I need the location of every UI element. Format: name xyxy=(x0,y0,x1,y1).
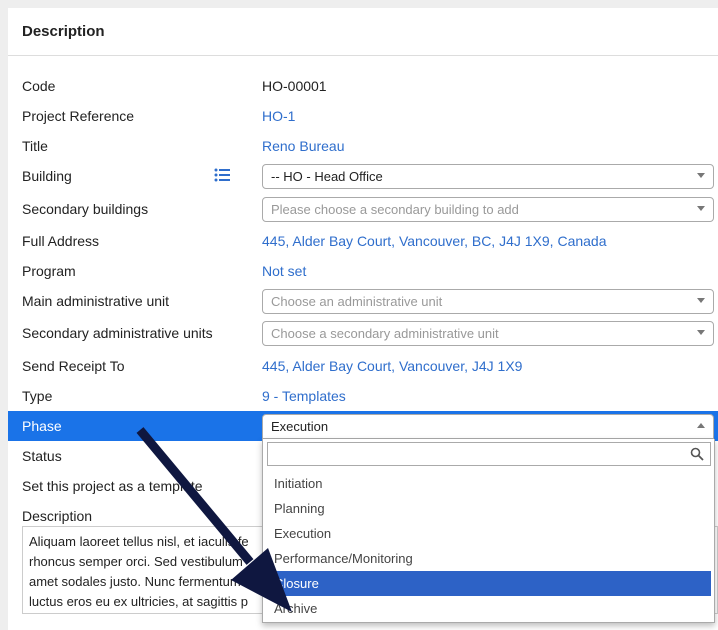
chevron-down-icon xyxy=(697,173,705,178)
send-receipt-link[interactable]: 445, Alder Bay Court, Vancouver, J4J 1X9 xyxy=(262,358,522,374)
secondary-admin-units-label: Secondary administrative units xyxy=(22,325,213,341)
code-value: HO-00001 xyxy=(262,78,327,94)
phase-label: Phase xyxy=(22,418,62,434)
phase-option-performance-monitoring[interactable]: Performance/Monitoring xyxy=(267,546,711,571)
secondary-buildings-row: Secondary buildings Please choose a seco… xyxy=(8,194,718,224)
full-address-label: Full Address xyxy=(22,233,100,249)
project-reference-row: Project Reference HO-1 xyxy=(8,101,718,131)
phase-search-input[interactable] xyxy=(267,442,711,466)
main-admin-unit-label: Main administrative unit xyxy=(22,293,170,309)
phase-dropdown: Initiation Planning Execution Performanc… xyxy=(262,439,715,623)
phase-option-initiation[interactable]: Initiation xyxy=(267,471,711,496)
phase-option-planning[interactable]: Planning xyxy=(267,496,711,521)
secondary-admin-units-select[interactable]: Choose a secondary administrative unit xyxy=(262,321,714,346)
building-label: Building xyxy=(22,168,72,184)
search-icon xyxy=(690,447,704,461)
building-select[interactable]: -- HO - Head Office xyxy=(262,164,714,189)
description-label: Description xyxy=(22,508,93,524)
code-label: Code xyxy=(22,78,56,94)
program-value[interactable]: Not set xyxy=(262,263,306,279)
main-admin-unit-select[interactable]: Choose an administrative unit xyxy=(262,289,714,314)
secondary-admin-units-placeholder: Choose a secondary administrative unit xyxy=(271,326,499,341)
secondary-buildings-label: Secondary buildings xyxy=(22,201,149,217)
template-label: Set this project as a template xyxy=(22,478,203,494)
phase-selected-value: Execution xyxy=(271,419,329,434)
secondary-buildings-select[interactable]: Please choose a secondary building to ad… xyxy=(262,197,714,222)
chevron-up-icon xyxy=(697,423,705,428)
phase-option-execution[interactable]: Execution xyxy=(267,521,711,546)
program-label: Program xyxy=(22,263,76,279)
status-label: Status xyxy=(22,448,62,464)
phase-row: Phase Execution xyxy=(8,411,718,441)
type-row: Type 9 - Templates xyxy=(8,381,718,411)
list-icon[interactable] xyxy=(214,168,230,182)
building-row: Building -- HO - Head Office xyxy=(8,161,718,191)
title-label: Title xyxy=(22,138,48,154)
main-admin-unit-placeholder: Choose an administrative unit xyxy=(271,294,443,309)
full-address-link[interactable]: 445, Alder Bay Court, Vancouver, BC, J4J… xyxy=(262,233,607,249)
chevron-down-icon xyxy=(697,330,705,335)
program-row: Program Not set xyxy=(8,256,718,286)
secondary-buildings-placeholder: Please choose a secondary building to ad… xyxy=(271,202,519,217)
send-receipt-label: Send Receipt To xyxy=(22,358,125,374)
phase-option-archive[interactable]: Archive xyxy=(267,596,711,621)
title-row: Title Reno Bureau xyxy=(8,131,718,161)
chevron-down-icon xyxy=(697,206,705,211)
send-receipt-row: Send Receipt To 445, Alder Bay Court, Va… xyxy=(8,351,718,381)
full-address-row: Full Address 445, Alder Bay Court, Vanco… xyxy=(8,226,718,256)
title-value[interactable]: Reno Bureau xyxy=(262,138,345,154)
phase-option-closure[interactable]: Closure xyxy=(267,571,711,596)
type-value[interactable]: 9 - Templates xyxy=(262,388,346,404)
code-row: Code HO-00001 xyxy=(8,71,718,101)
type-label: Type xyxy=(22,388,53,404)
project-reference-label: Project Reference xyxy=(22,108,135,124)
main-admin-unit-row: Main administrative unit Choose an admin… xyxy=(8,286,718,316)
project-reference-link[interactable]: HO-1 xyxy=(262,108,295,124)
building-selected-value: -- HO - Head Office xyxy=(271,169,383,184)
phase-select[interactable]: Execution xyxy=(262,414,714,439)
chevron-down-icon xyxy=(697,298,705,303)
secondary-admin-units-row: Secondary administrative units Choose a … xyxy=(8,318,718,348)
